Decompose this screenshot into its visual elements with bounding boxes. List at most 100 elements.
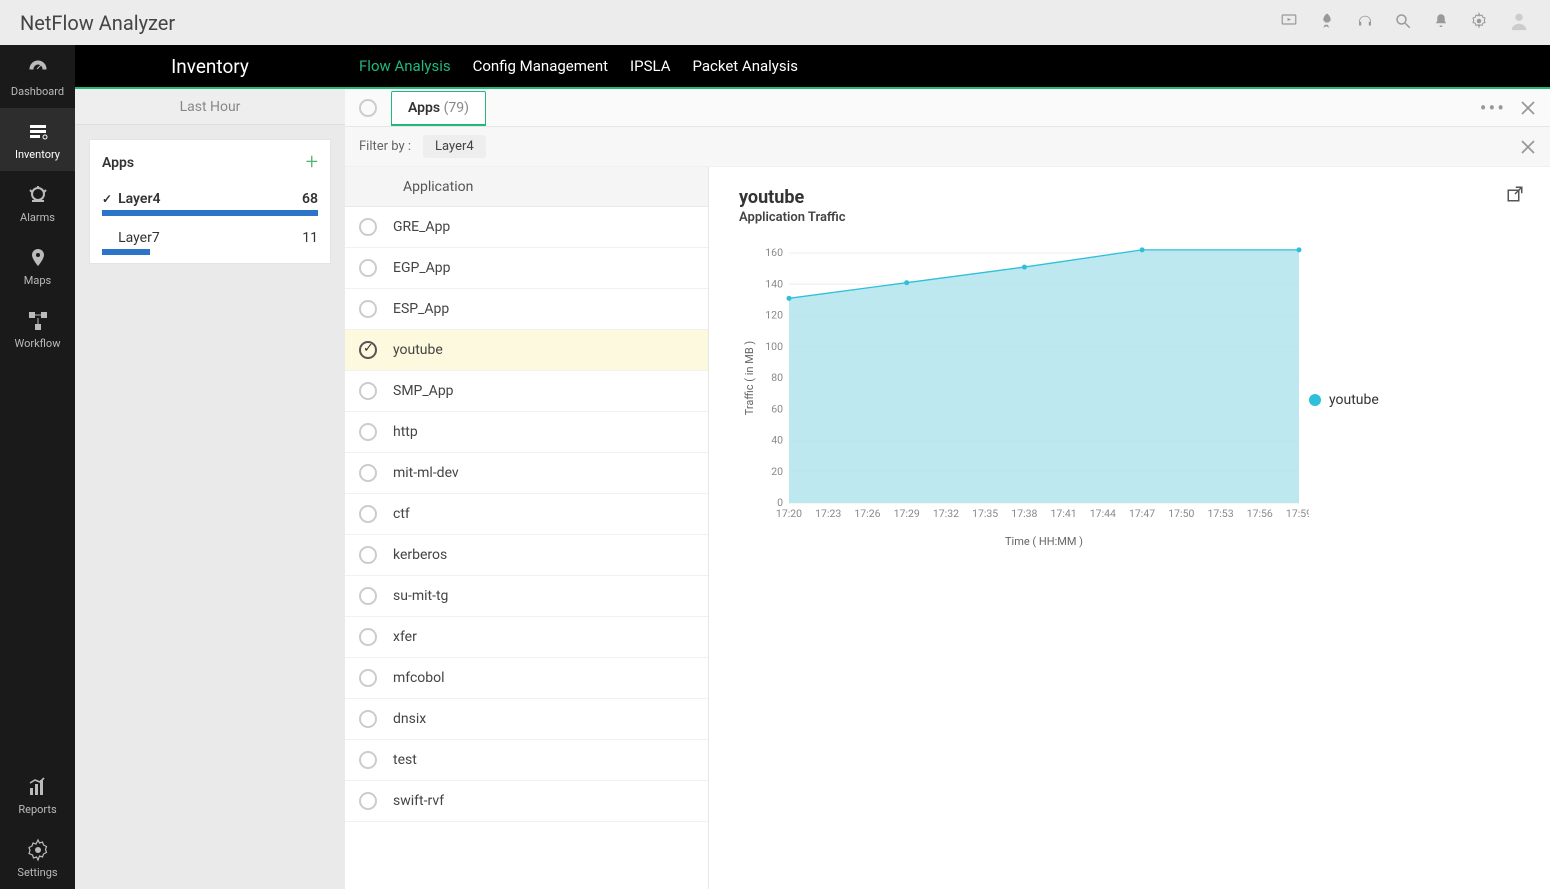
app-row-label: xfer [393, 629, 417, 645]
topnav-item-ipsla[interactable]: IPSLA [630, 57, 670, 75]
presentation-icon[interactable] [1280, 12, 1298, 34]
inventory-side-panel: Inventory Last Hour Apps + ✓Layer468✓Lay… [75, 45, 345, 889]
chart-legend: youtube [1309, 247, 1379, 553]
app-row-radio[interactable] [359, 587, 377, 605]
app-row-label: mit-ml-dev [393, 465, 459, 481]
svg-text:40: 40 [771, 434, 783, 447]
svg-text:17:29: 17:29 [894, 507, 920, 520]
application-list: Application GRE_App EGP_App ESP_Appyoutube… [345, 167, 709, 889]
svg-text:17:53: 17:53 [1207, 507, 1233, 520]
inventory-header: Inventory [75, 45, 345, 89]
more-options-icon[interactable]: ••• [1480, 96, 1506, 120]
tab-apps[interactable]: Apps (79) [391, 91, 486, 126]
app-row[interactable]: dnsix [345, 699, 708, 740]
app-row[interactable]: http [345, 412, 708, 453]
app-row-radio[interactable] [359, 751, 377, 769]
user-avatar-icon[interactable] [1508, 10, 1530, 36]
chart-title: youtube [739, 187, 1520, 208]
app-row-radio[interactable] [359, 505, 377, 523]
app-row[interactable]: test [345, 740, 708, 781]
svg-text:17:50: 17:50 [1168, 507, 1194, 520]
app-row[interactable]: GRE_App [345, 207, 708, 248]
gear-icon[interactable] [1470, 12, 1488, 34]
svg-text:Traffic ( in MB ): Traffic ( in MB ) [743, 341, 756, 416]
svg-text:17:41: 17:41 [1051, 507, 1077, 520]
app-row-radio[interactable] [359, 300, 377, 318]
time-range-label[interactable]: Last Hour [75, 89, 345, 125]
app-row-radio[interactable] [359, 259, 377, 277]
app-row-radio[interactable] [359, 341, 377, 359]
search-icon[interactable] [1394, 12, 1412, 34]
apps-card-title: Apps [102, 155, 134, 171]
layer-row-layer7[interactable]: ✓Layer711 [90, 224, 330, 263]
app-row[interactable]: mfcobol [345, 658, 708, 699]
app-row-radio[interactable] [359, 218, 377, 236]
app-row[interactable]: youtube [345, 330, 708, 371]
layer-row-layer4[interactable]: ✓Layer468 [90, 185, 330, 224]
app-row[interactable]: ctf [345, 494, 708, 535]
app-row[interactable]: swift-rvf [345, 781, 708, 822]
add-app-button[interactable]: + [306, 150, 318, 175]
leftnav-item-inventory[interactable]: Inventory [0, 108, 75, 171]
topnav-item-packet-analysis[interactable]: Packet Analysis [692, 57, 798, 75]
clear-filter-icon[interactable] [1520, 139, 1536, 155]
rocket-icon[interactable] [1318, 12, 1336, 34]
app-row-label: ctf [393, 506, 410, 522]
bell-icon[interactable] [1432, 12, 1450, 34]
app-row-radio[interactable] [359, 464, 377, 482]
select-all-radio[interactable] [359, 99, 377, 117]
svg-text:100: 100 [765, 340, 783, 353]
app-row[interactable]: kerberos [345, 535, 708, 576]
app-row-radio[interactable] [359, 382, 377, 400]
app-row[interactable]: mit-ml-dev [345, 453, 708, 494]
svg-text:17:20: 17:20 [776, 507, 802, 520]
chart-subtitle: Application Traffic [739, 210, 1520, 225]
app-row-label: GRE_App [393, 219, 450, 235]
traffic-chart: 02040608010012014016017:2017:2317:2617:2… [739, 243, 1309, 553]
svg-text:17:26: 17:26 [854, 507, 880, 520]
app-row-radio[interactable] [359, 792, 377, 810]
app-row-label: http [393, 424, 418, 440]
leftnav-item-dashboard[interactable]: Dashboard [0, 45, 75, 108]
svg-text:80: 80 [771, 371, 783, 384]
app-title: NetFlow Analyzer [20, 11, 175, 35]
svg-text:17:23: 17:23 [815, 507, 841, 520]
app-row-radio[interactable] [359, 669, 377, 687]
app-row-label: SMP_App [393, 383, 454, 399]
topnav-item-flow-analysis[interactable]: Flow Analysis [359, 57, 451, 75]
apps-card: Apps + ✓Layer468✓Layer711 [89, 139, 331, 264]
leftnav-item-settings[interactable]: Settings [0, 826, 75, 889]
app-row-radio[interactable] [359, 710, 377, 728]
popout-icon[interactable] [1506, 185, 1524, 207]
svg-text:120: 120 [765, 309, 783, 322]
leftnav-item-workflow[interactable]: Workflow [0, 297, 75, 360]
leftnav-item-maps[interactable]: Maps [0, 234, 75, 297]
app-row-radio[interactable] [359, 423, 377, 441]
close-panel-icon[interactable] [1520, 100, 1536, 116]
svg-text:17:44: 17:44 [1090, 507, 1116, 520]
leftnav-item-alarms[interactable]: Alarms [0, 171, 75, 234]
app-row-radio[interactable] [359, 628, 377, 646]
svg-text:17:35: 17:35 [972, 507, 998, 520]
svg-text:17:38: 17:38 [1011, 507, 1037, 520]
app-row[interactable]: su-mit-tg [345, 576, 708, 617]
app-row[interactable]: xfer [345, 617, 708, 658]
svg-text:17:56: 17:56 [1247, 507, 1273, 520]
app-row-label: swift-rvf [393, 793, 444, 809]
app-row[interactable]: EGP_App [345, 248, 708, 289]
svg-text:20: 20 [771, 465, 783, 478]
svg-text:60: 60 [771, 402, 783, 415]
app-row-radio[interactable] [359, 546, 377, 564]
topnav-item-config-management[interactable]: Config Management [473, 57, 608, 75]
app-row-label: youtube [393, 342, 443, 358]
headset-icon[interactable] [1356, 12, 1374, 34]
application-list-header: Application [345, 167, 708, 207]
topbar-icon-group [1280, 10, 1530, 36]
app-row-label: ESP_App [393, 301, 449, 317]
app-row-label: kerberos [393, 547, 447, 563]
leftnav-item-reports[interactable]: Reports [0, 763, 75, 826]
filter-chip-layer4[interactable]: Layer4 [423, 135, 486, 158]
app-row[interactable]: ESP_App [345, 289, 708, 330]
svg-text:17:59: 17:59 [1286, 507, 1309, 520]
app-row[interactable]: SMP_App [345, 371, 708, 412]
